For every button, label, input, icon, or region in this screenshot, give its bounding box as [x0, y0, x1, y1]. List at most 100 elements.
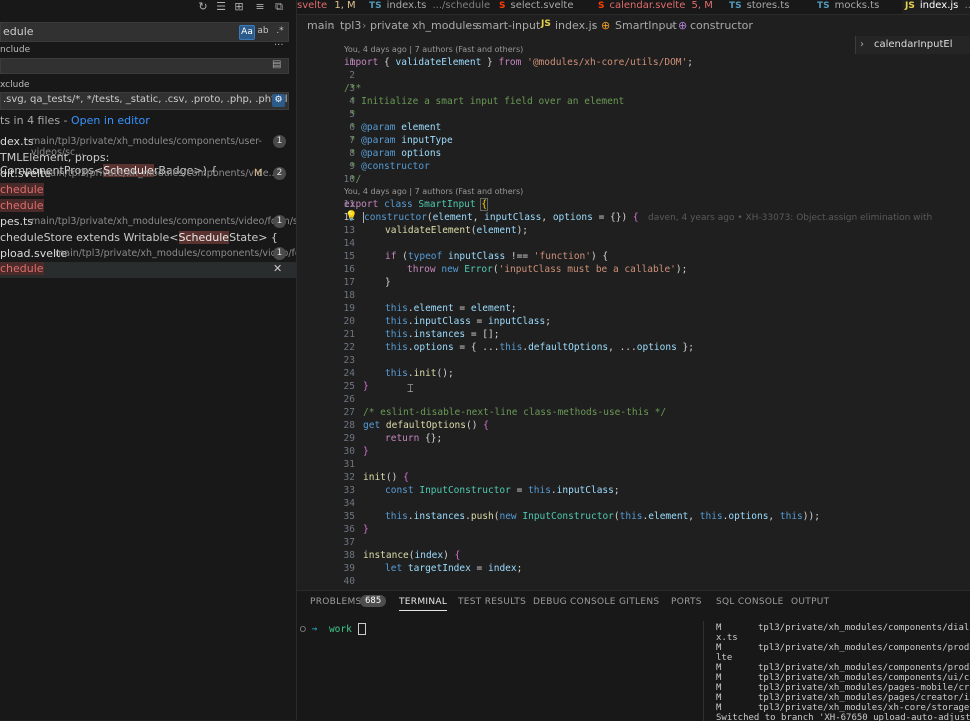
- result-match[interactable]: chedule: [0, 199, 296, 215]
- code-line: * @param element: [344, 122, 442, 133]
- result-file[interactable]: dex.ts main/tpl3/private/xh_modules/comp…: [0, 134, 296, 158]
- codelens-blame[interactable]: You, 4 days ago | 7 authors (Fast and ot…: [344, 187, 523, 196]
- tab-path: .../: [964, 0, 970, 11]
- tab-output[interactable]: OUTPUT: [791, 597, 829, 607]
- code-line: constructor(element, inputClass, options…: [363, 212, 639, 223]
- line-number: 26: [343, 394, 355, 405]
- refresh-icon[interactable]: ↻: [197, 0, 209, 13]
- code-line: * Initialize a smart input field over an…: [344, 96, 625, 107]
- result-file[interactable]: pload.svelte main/tpl3/private/xh_module…: [0, 246, 296, 262]
- line-number: 23: [343, 355, 355, 366]
- line-number: 17: [343, 277, 355, 288]
- line-number: 27: [343, 407, 355, 418]
- terminal-prompt[interactable]: ○ → work: [300, 623, 366, 635]
- clear-results-icon[interactable]: ☰: [215, 0, 227, 13]
- code-line: /* eslint-disable-next-line class-method…: [363, 407, 667, 418]
- results-summary: ts in 4 files - Open in editor: [0, 114, 296, 127]
- git-output-list: Mtpl3/private/xh_modules/components/dial…: [703, 621, 970, 721]
- new-search-editor-icon[interactable]: ⊞: [233, 0, 245, 13]
- git-line: Mtpl3/private/xh_modules/pages-mobile/cr…: [716, 683, 970, 693]
- git-line: x.ts: [716, 633, 738, 643]
- use-exclude-settings-icon[interactable]: ⚙: [272, 94, 285, 107]
- dismiss-icon[interactable]: ✕: [273, 262, 282, 275]
- include-input[interactable]: [0, 58, 289, 74]
- tab-mocks-ts[interactable]: TS mocks.ts: [817, 0, 892, 14]
- code-line: * @param options: [344, 148, 442, 159]
- breadcrumb-item[interactable]: tpl3: [340, 19, 361, 32]
- breadcrumb-item[interactable]: constructor: [690, 19, 753, 32]
- result-file[interactable]: pes.ts main/tpl3/private/xh_modules/comp…: [0, 214, 296, 230]
- code-line: /**: [344, 83, 362, 94]
- line-number: 15: [343, 251, 355, 262]
- exclude-input[interactable]: .svg, qa_tests/*, */tests, _static, .csv…: [0, 92, 289, 110]
- breadcrumb-item[interactable]: SmartInput: [615, 19, 677, 32]
- match-highlight: chedule: [0, 183, 44, 196]
- line-number: 13: [343, 225, 355, 236]
- breadcrumb-item[interactable]: smart-input: [476, 19, 540, 32]
- result-match-selected[interactable]: chedule ✕: [0, 262, 296, 278]
- line-number: 19: [343, 303, 355, 314]
- line-number: 28: [343, 420, 355, 431]
- line-number: 36: [343, 524, 355, 535]
- tab-test-results[interactable]: TEST RESULTS: [458, 597, 526, 607]
- lightbulb-icon[interactable]: 💡: [345, 211, 357, 222]
- code-line: }: [363, 524, 369, 535]
- view-as-tree-icon[interactable]: ≡: [254, 0, 266, 13]
- svelte-icon: S: [598, 1, 605, 11]
- line-number: 22: [343, 342, 355, 353]
- tab-label: calendar.svelte: [609, 0, 686, 11]
- result-file-path: main/tpl3/private/xh_modules/components/…: [55, 248, 297, 259]
- sidebar-toolbar: ↻ ☰ ⊞ ≡ ⧉: [0, 0, 296, 14]
- line-number: 21: [343, 329, 355, 340]
- match-whole-word-toggle[interactable]: ab: [256, 25, 270, 38]
- tab-gitlens[interactable]: GITLENS: [619, 597, 659, 607]
- code-line: }: [385, 277, 391, 288]
- tab-label: svelte: [297, 0, 328, 11]
- text-cursor-icon: ⌶: [407, 382, 414, 395]
- tab-terminal[interactable]: TERMINAL: [399, 597, 448, 611]
- collapse-all-icon[interactable]: ⧉: [273, 0, 285, 14]
- prompt-circle-icon: ○: [300, 623, 306, 635]
- open-editors-only-icon[interactable]: ▤: [272, 59, 281, 70]
- tab-calendar-svelte[interactable]: Scalendar.svelte 5, M: [598, 0, 713, 14]
- result-file[interactable]: dit.svelte main/tpl3/private/xh_modules/…: [0, 166, 296, 182]
- tab-sql-console[interactable]: SQL CONSOLE: [716, 597, 784, 607]
- match-case-toggle[interactable]: Aa: [239, 25, 255, 40]
- use-regex-toggle[interactable]: .*: [273, 25, 287, 38]
- tab-label: mocks.ts: [834, 0, 880, 11]
- line-number: 25: [343, 381, 355, 392]
- result-match[interactable]: cheduleStore extends Writable<ScheduleSt…: [0, 231, 296, 247]
- chevron-right-icon: ›: [362, 19, 367, 32]
- tab-ports[interactable]: PORTS: [671, 597, 702, 607]
- tab-select-svelte[interactable]: Sselect.svelte: [499, 0, 589, 14]
- code-line: * @constructor: [344, 161, 430, 172]
- tab-stores-ts[interactable]: TS stores.ts: [729, 0, 807, 14]
- result-match[interactable]: chedule: [0, 183, 296, 199]
- javascript-icon: JS: [541, 19, 551, 29]
- typescript-icon: TS: [817, 1, 830, 11]
- tab-debug-console[interactable]: DEBUG CONSOLE: [533, 597, 616, 607]
- code-line: this.options = { ...this.defaultOptions,…: [385, 342, 694, 353]
- tab-index-ts[interactable]: TS index.ts .../schedule: [369, 0, 490, 14]
- line-number: 18: [343, 290, 355, 301]
- search-input[interactable]: edule Aa ab .*: [0, 22, 289, 42]
- result-match[interactable]: TMLElement, props: ComponentProps<Schedu…: [0, 151, 296, 177]
- code-editor[interactable]: 1 2 3 4 5 6 7 8 9 10 11 12 13 14 15 16 1…: [297, 38, 970, 587]
- code-line: throw new Error('inputClass must be a ca…: [407, 264, 688, 275]
- tab-svelte[interactable]: svelte 1, M: [297, 0, 359, 14]
- result-file-name: pes.ts: [0, 215, 34, 228]
- chevron-right-icon: ›: [532, 19, 537, 32]
- result-file-path: main/tpl3/private/xh_modules/components/…: [41, 168, 278, 179]
- match-count-badge: 2: [273, 167, 286, 180]
- line-number: 37: [343, 537, 355, 548]
- tab-index-js[interactable]: JS index.js .../: [902, 0, 970, 14]
- code-line: this.inputClass = inputClass;: [385, 316, 551, 327]
- tab-problems[interactable]: PROBLEMS: [310, 597, 362, 607]
- git-status-modified: M: [254, 168, 263, 179]
- open-in-editor-link[interactable]: Open in editor: [71, 114, 150, 127]
- search-input-value: edule: [3, 25, 34, 38]
- code-line: validateElement(element);: [385, 225, 529, 236]
- line-number: 33: [343, 485, 355, 496]
- codelens-blame[interactable]: You, 4 days ago | 7 authors (Fast and ot…: [344, 45, 523, 54]
- match-count-badge: 1: [273, 247, 286, 260]
